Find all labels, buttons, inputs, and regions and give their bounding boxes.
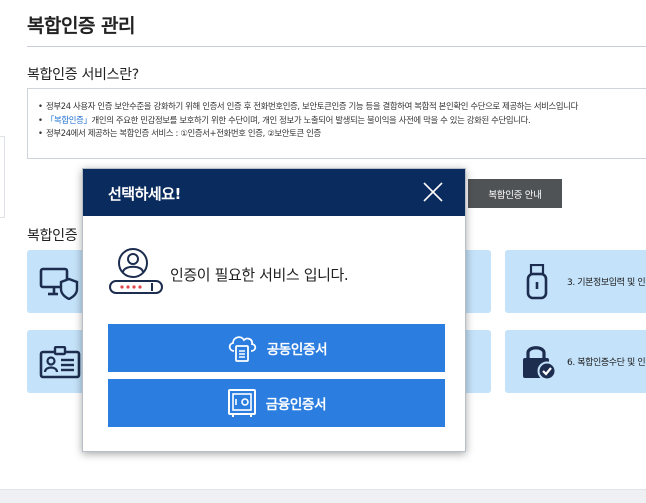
service-card-6[interactable]: 6. 복합인증수단 및 인 (505, 330, 646, 393)
usb-token-icon (526, 264, 548, 300)
info-item-1: 정부24 사용자 인증 보안수준을 강화하기 위해 인증서 인증 후 전화번호인… (38, 100, 646, 114)
footer-bar (0, 489, 646, 503)
padlock-check-icon (523, 346, 557, 381)
close-icon[interactable] (421, 180, 445, 204)
guide-button[interactable]: 복합인증 안내 (468, 179, 562, 208)
cloud-document-icon (228, 336, 256, 362)
safe-icon (227, 389, 256, 417)
service-card-3[interactable]: 3. 기본정보입력 및 인 (505, 250, 646, 313)
info-box: 정부24 사용자 인증 보안수준을 강화하기 위해 인증서 인증 후 전화번호인… (27, 88, 646, 159)
info-item-2-text: 개인의 주요한 민감정보를 보호하기 위한 수단이며, 개인 정보가 노출되어 … (91, 114, 531, 125)
page-title: 복합인증 관리 (27, 15, 136, 37)
joint-cert-label: 공동인증서 (266, 342, 328, 358)
service-card-6-label: 6. 복합인증수단 및 인 (567, 358, 646, 368)
modal-title: 선택하세요! (108, 185, 181, 203)
financial-cert-button[interactable]: 금융인증서 (108, 379, 445, 427)
info-highlight: 「복합인증」 (46, 114, 92, 125)
id-card-icon (39, 346, 81, 379)
joint-cert-button[interactable]: 공동인증서 (108, 324, 445, 372)
section-title: 복합인증 서비스란? (27, 67, 139, 83)
modal-header: 선택하세요! (83, 169, 465, 216)
left-panel-edge (0, 136, 5, 218)
select-cert-modal: 선택하세요! 인증이 필요한 서비스 입니다. 공동인증서 금융인증서 (82, 168, 466, 452)
service-card-3-label: 3. 기본정보입력 및 인 (567, 278, 646, 288)
modal-message: 인증이 필요한 서비스 입니다. (170, 266, 349, 284)
financial-cert-label: 금융인증서 (265, 397, 327, 413)
user-password-icon (109, 248, 163, 294)
title-divider (27, 46, 646, 47)
monitor-shield-icon (39, 267, 79, 300)
info-item-3: 정부24에서 제공하는 복합인증 서비스 : ①인증서+전화번호 인증, ②보안… (38, 127, 646, 141)
info-item-2: 「복합인증」개인의 주요한 민감정보를 보호하기 위한 수단이며, 개인 정보가… (38, 114, 646, 128)
